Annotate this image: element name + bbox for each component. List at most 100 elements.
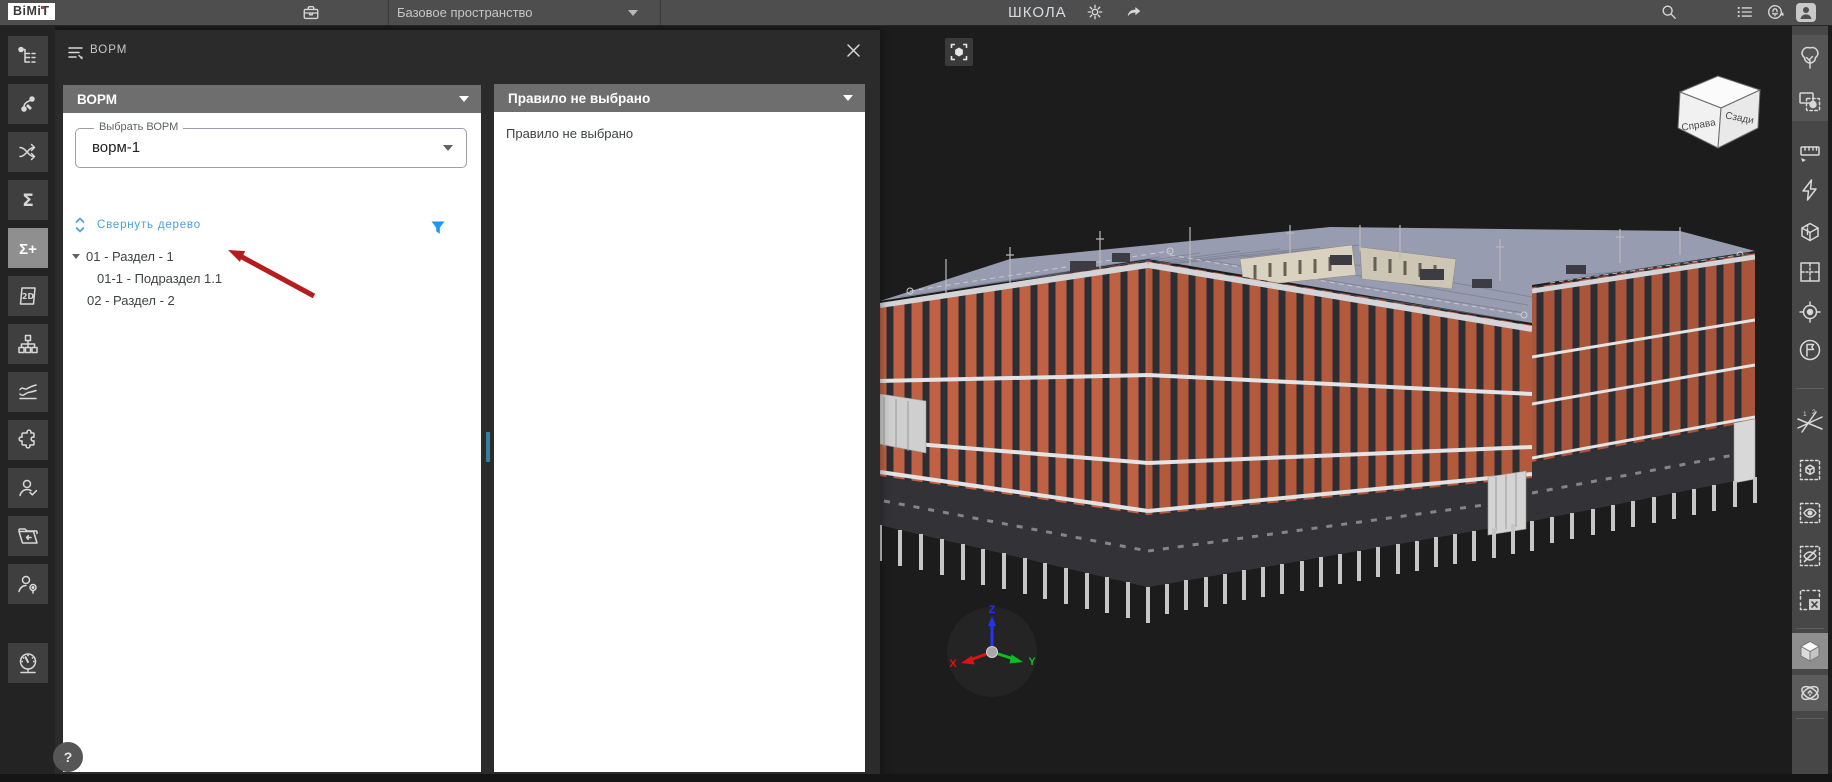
tree-expand-caret-icon[interactable]: [72, 253, 80, 259]
toolbar-trend-lines[interactable]: [7, 372, 48, 412]
svg-text:Σ+: Σ+: [19, 241, 37, 258]
project-title: ШКОЛА: [1008, 4, 1067, 21]
viewport-focus-button[interactable]: [945, 38, 973, 66]
sigma-add-icon: Σ+: [19, 241, 37, 258]
flag-icon: [1799, 339, 1821, 361]
svg-text:Σ: Σ: [22, 191, 34, 211]
gear-icon[interactable]: [1086, 3, 1104, 21]
topbar-divider: [388, 0, 389, 25]
rt-section-box[interactable]: [1792, 214, 1828, 250]
logo-red-dot: [41, 6, 44, 9]
rt-vegetation-tree[interactable]: [1792, 40, 1828, 76]
user-avatar-icon[interactable]: [1796, 3, 1816, 22]
toolbar-gauge[interactable]: [7, 643, 48, 683]
notifications-sync-icon[interactable]: [1766, 3, 1784, 21]
toolbar-user-check[interactable]: [7, 468, 48, 508]
cube-solid-icon: [1799, 640, 1821, 662]
sigma-icon: Σ: [22, 191, 34, 211]
rt-show-dashed[interactable]: [1792, 495, 1828, 531]
rt-flash[interactable]: [1792, 172, 1828, 208]
briefcase-icon[interactable]: [302, 4, 320, 22]
vorm-panel-window: ВОРМ ВОРМ Выбрать ВОРМ ворм-1 Свернуть д…: [55, 30, 880, 778]
rt-cube-solid[interactable]: [1792, 633, 1828, 669]
rule-collapse-caret-icon: [843, 95, 853, 101]
list-icon[interactable]: [1736, 3, 1754, 21]
trend-lines-icon: [18, 384, 37, 400]
rule-section-header[interactable]: Правило не выбрано: [494, 84, 865, 112]
selection-focus-icon: [1799, 92, 1821, 112]
rule-section-header-label: Правило не выбрано: [508, 90, 651, 106]
view-cube[interactable]: Справа Сзади: [1668, 66, 1772, 154]
rt-selection-focus[interactable]: [1792, 84, 1828, 120]
section-box-icon: [1801, 222, 1819, 242]
toolbar-folder-export[interactable]: [7, 516, 48, 556]
toolbar-separator: [1796, 718, 1824, 719]
rule-empty-text: Правило не выбрано: [506, 126, 634, 141]
panel-resize-handle[interactable]: [486, 432, 490, 462]
right-toolbar: 12: [1792, 25, 1828, 774]
collapse-tree-link[interactable]: Свернуть дерево: [73, 216, 201, 234]
svg-text:Y: Y: [1028, 656, 1036, 668]
toolbar-separator: [1796, 388, 1824, 389]
ruler-icon: [1800, 146, 1820, 162]
rt-ruler[interactable]: [1792, 134, 1828, 170]
axis-gizmo[interactable]: Z X Y: [944, 604, 1040, 700]
app-logo[interactable]: BiMiT: [8, 3, 55, 20]
panel-menu-icon[interactable]: [66, 43, 86, 63]
svg-text:2: 2: [1812, 409, 1816, 416]
toolbar-user-location[interactable]: [7, 564, 48, 604]
rule-section-card: Правило не выбрано Правило не выбрано: [494, 84, 865, 772]
svg-text:1: 1: [1803, 411, 1807, 418]
rt-clear-dashed[interactable]: [1792, 582, 1828, 618]
rt-floor-plan[interactable]: [1792, 254, 1828, 290]
focus-icon: [950, 43, 968, 61]
search-icon[interactable]: [1660, 3, 1678, 21]
workspace-caret-icon[interactable]: [628, 10, 638, 16]
svg-text:X: X: [949, 658, 957, 670]
orbit-navigation-icon: [1801, 685, 1819, 701]
user-check-icon: [18, 479, 37, 497]
rt-locate-target[interactable]: [1792, 294, 1828, 330]
rt-orbit-navigation[interactable]: [1792, 675, 1828, 711]
toolbar-org-chart[interactable]: [7, 324, 48, 364]
gauge-icon: [19, 653, 36, 674]
toolbar-2d-view[interactable]: 2D: [7, 276, 48, 316]
svg-text:Z: Z: [989, 604, 996, 616]
toolbar-structure-tree[interactable]: [7, 36, 48, 76]
vorm-section-header[interactable]: ВОРМ: [63, 85, 481, 113]
svg-text:2D: 2D: [21, 292, 34, 301]
puzzle-icon: [17, 429, 35, 449]
share-icon[interactable]: [1125, 3, 1143, 21]
toolbar-shuffle[interactable]: [7, 132, 48, 172]
toolbar-plugins[interactable]: [7, 420, 48, 460]
select-branch-icon: [20, 96, 35, 112]
floor-plan-icon: [1800, 262, 1820, 282]
panel-window-title: ВОРМ: [90, 44, 128, 56]
rt-hide-dashed[interactable]: [1792, 538, 1828, 574]
workspace-selector[interactable]: Базовое пространство: [397, 5, 533, 20]
collapse-caret-icon: [459, 96, 469, 102]
clear-selection-icon: [1799, 589, 1821, 611]
structure-tree-icon: [17, 46, 36, 63]
vorm-select[interactable]: Выбрать ВОРМ ворм-1: [75, 121, 467, 168]
rt-numbered-axes[interactable]: 12: [1792, 404, 1828, 440]
filter-funnel-icon[interactable]: [430, 220, 446, 237]
left-toolbar: Σ Σ+ 2D: [0, 25, 55, 774]
flash-icon: [1802, 179, 1817, 201]
toolbar-sigma-add[interactable]: Σ+: [7, 228, 48, 268]
rt-cube-dashed[interactable]: [1792, 452, 1828, 488]
annotation-arrow: [228, 250, 316, 299]
toolbar-separator: [1796, 628, 1824, 629]
toolbar-sigma[interactable]: Σ: [7, 180, 48, 220]
vorm-select-label: Выбрать ВОРМ: [94, 121, 184, 133]
user-location-icon: [17, 575, 37, 594]
vorm-section-header-label: ВОРМ: [77, 91, 117, 107]
vegetation-tree-icon: [1801, 46, 1819, 69]
toolbar-select-branch[interactable]: [7, 84, 48, 124]
numbered-axes-icon: 12: [1797, 409, 1823, 433]
rt-flag[interactable]: [1792, 332, 1828, 368]
close-icon[interactable]: [845, 42, 862, 59]
bottom-bar: [0, 774, 1832, 782]
help-button[interactable]: ?: [53, 742, 83, 772]
vorm-select-value: ворм-1: [92, 139, 141, 156]
